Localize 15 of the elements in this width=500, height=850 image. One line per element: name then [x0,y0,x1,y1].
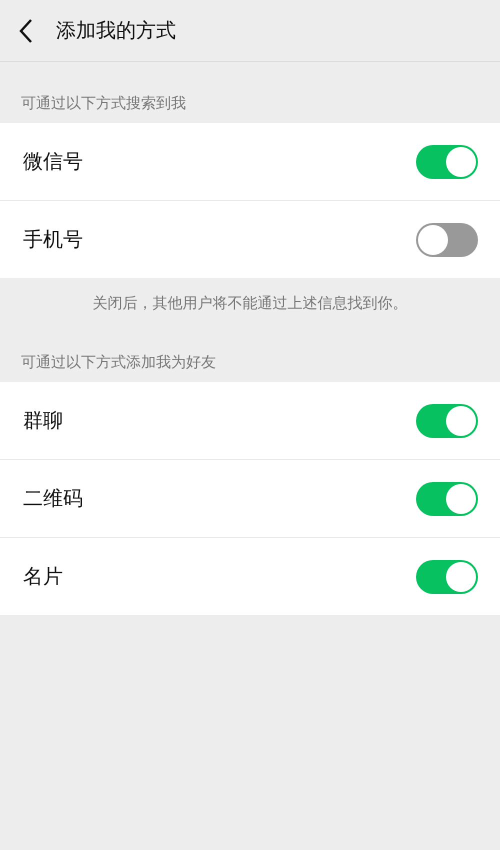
setting-label: 微信号 [23,148,83,175]
toggle-switch[interactable] [416,482,478,516]
hint-text: 关闭后，其他用户将不能通过上述信息找到你。 [92,293,408,314]
setting-label: 群聊 [23,407,63,434]
toggle-switch[interactable] [416,144,478,178]
back-icon [18,18,34,44]
section-label: 可通过以下方式搜索到我 [20,93,187,114]
page-title: 添加我的方式 [56,17,176,44]
section-label: 可通过以下方式添加我为好友 [20,352,217,373]
setting-label: 手机号 [23,226,83,253]
setting-label: 名片 [23,563,63,590]
toggle-switch[interactable] [416,222,478,256]
setting-label: 二维码 [23,485,83,512]
toggle-switch[interactable] [416,560,478,594]
toggle-switch[interactable] [416,404,478,438]
